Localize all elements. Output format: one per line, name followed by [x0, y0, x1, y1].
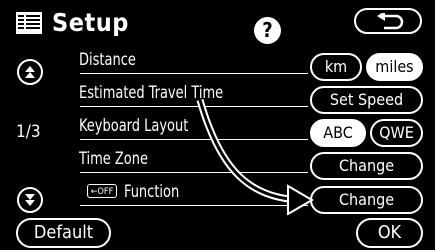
- scroll-down-button[interactable]: [17, 187, 43, 213]
- set-speed-button[interactable]: Set Speed: [310, 86, 423, 114]
- page-indicator: 1/3: [16, 122, 41, 142]
- default-button[interactable]: Default: [16, 218, 111, 248]
- row-distance-label: Distance: [79, 50, 136, 70]
- down-arrow-icon: [25, 194, 35, 206]
- annotation-arrow-icon: [196, 99, 314, 215]
- function-change-button[interactable]: Change: [310, 186, 423, 214]
- qwe-keyboard-button[interactable]: QWE: [370, 119, 423, 147]
- row-function-label: Function: [124, 182, 180, 202]
- help-button[interactable]: ?: [254, 17, 281, 44]
- back-arrow-icon: [377, 13, 404, 30]
- row-keyboard-layout-label: Keyboard Layout: [79, 116, 189, 136]
- row-divider: [80, 73, 308, 74]
- setup-menu-icon: [16, 12, 42, 34]
- miles-button[interactable]: miles: [366, 53, 423, 81]
- up-arrow-icon: [25, 66, 35, 78]
- back-button[interactable]: [354, 8, 422, 34]
- km-button[interactable]: km: [310, 53, 362, 81]
- off-badge: ←OFF: [87, 184, 117, 198]
- scroll-up-button[interactable]: [17, 59, 43, 85]
- row-time-zone-label: Time Zone: [79, 149, 149, 169]
- page-title: Setup: [52, 8, 129, 37]
- time-zone-change-button[interactable]: Change: [310, 152, 423, 180]
- ok-button[interactable]: OK: [356, 218, 423, 248]
